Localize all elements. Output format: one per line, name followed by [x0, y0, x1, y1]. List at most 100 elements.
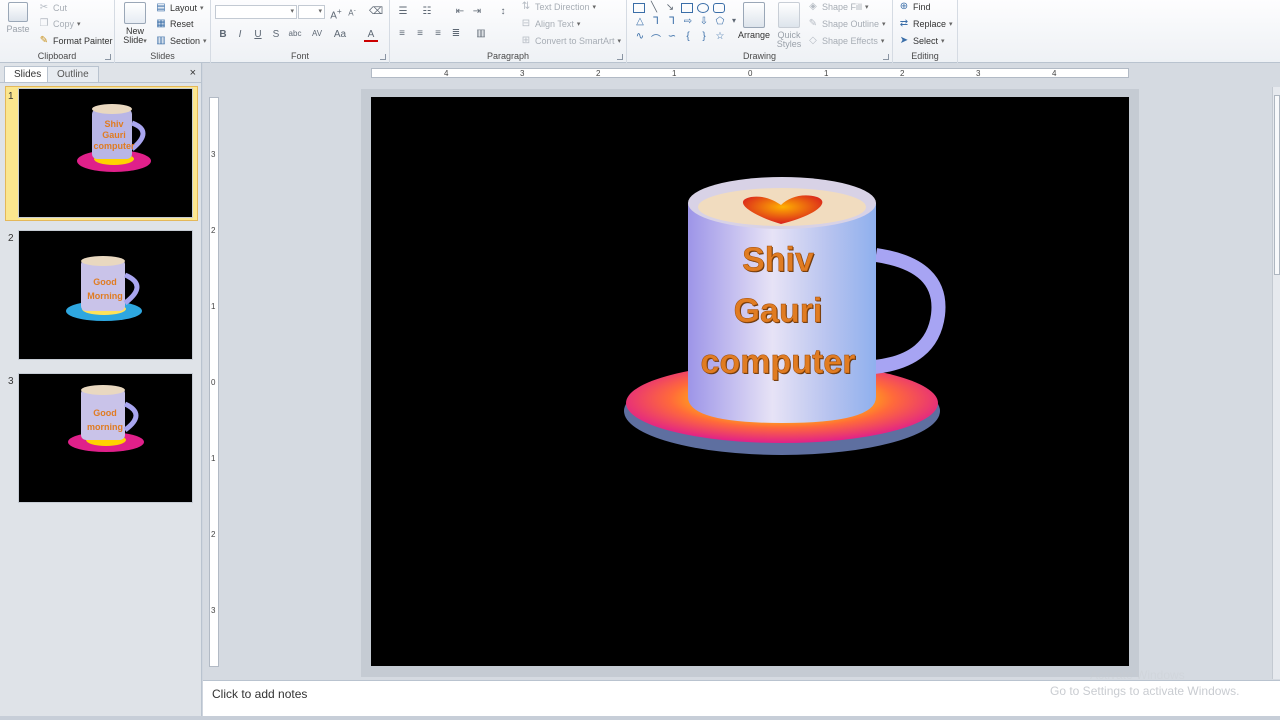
dialog-launcher-icon[interactable] [883, 54, 889, 60]
underline-button[interactable]: U [251, 29, 265, 40]
connector-shape-icon[interactable]: ⅂ [649, 16, 663, 27]
oval-shape-icon[interactable] [697, 3, 709, 13]
arrange-button[interactable]: Arrange [735, 2, 773, 40]
text-direction-button[interactable]: ⇅ Text Direction ▾ [520, 1, 596, 12]
scissors-icon: ✂ [39, 2, 49, 13]
triangle-shape-icon[interactable]: △ [633, 16, 647, 27]
strikethrough-button[interactable]: S [269, 29, 283, 40]
new-slide-button[interactable]: New Slide▾ [119, 2, 151, 46]
chevron-down-icon: ▾ [949, 20, 953, 28]
decrease-indent-icon[interactable]: ⇤ [453, 6, 467, 17]
character-spacing-button[interactable]: AV [308, 29, 326, 38]
copy-button[interactable]: ❐ Copy ▾ [38, 18, 81, 29]
section-button[interactable]: ▥ Section ▾ [155, 35, 206, 46]
slides-label: Slides [150, 51, 175, 61]
vertical-ruler[interactable]: 3 2 1 0 1 2 3 [209, 97, 219, 667]
numbering-icon[interactable]: ☷ [420, 6, 434, 17]
drawing-label: Drawing [742, 51, 776, 61]
italic-button[interactable]: I [233, 29, 247, 40]
line-spacing-icon[interactable]: ↕ [496, 6, 510, 17]
change-case-button[interactable]: Aa [331, 29, 349, 40]
slide-editor: 4 3 2 1 0 1 2 3 4 3 2 1 0 1 2 3 Shiv Gau… [203, 63, 1280, 680]
notes-pane[interactable]: Click to add notes Activate Windows Go t… [203, 668, 1280, 716]
grow-font-icon[interactable]: A+ [329, 6, 343, 21]
mug-caption[interactable]: Shiv Gauri computer [673, 235, 883, 388]
slides-panel: Slides Outline × 1 Shiv Gauri computer 2… [0, 63, 202, 720]
text-shadow-button[interactable]: abc [286, 29, 304, 38]
paste-icon [8, 2, 28, 22]
elbow-shape-icon[interactable]: ⅂ [665, 16, 679, 27]
shape-effects-button[interactable]: ◇ Shape Effects ▾ [807, 35, 884, 46]
cut-button[interactable]: ✂ Cut [38, 2, 67, 13]
textbox-shape-icon[interactable] [633, 3, 645, 13]
find-button[interactable]: ⊕ Find [898, 1, 931, 12]
brace-right-shape-icon[interactable]: } [697, 31, 711, 42]
drawing-group: ╲ ↘ △ ⅂ ⅂ ⇨ ⇩ ⬠ ∿ ⌒ ∽ { } ☆ ▾ Arrange Qu… [627, 0, 893, 63]
clear-format-icon[interactable]: ⌫ [369, 6, 383, 17]
down-arrow-shape-icon[interactable]: ⇩ [697, 16, 711, 27]
dialog-launcher-icon[interactable] [105, 54, 111, 60]
align-right-icon[interactable]: ≡ [431, 28, 445, 39]
slide-thumbnail-3[interactable]: Good morning [18, 373, 193, 503]
reset-button[interactable]: ▦ Reset [155, 18, 193, 29]
quick-styles-button[interactable]: Quick Styles [773, 2, 805, 49]
font-color-button[interactable]: A [364, 29, 378, 42]
new-slide-icon [124, 2, 146, 24]
format-painter-button[interactable]: ✎ Format Painter [38, 35, 113, 46]
ruler-label: 2 [211, 226, 216, 235]
slide-thumbnail-1[interactable]: Shiv Gauri computer [18, 88, 193, 218]
slide-number: 1 [8, 91, 14, 102]
justify-icon[interactable]: ≣ [449, 28, 463, 39]
slide-canvas[interactable]: Shiv Gauri computer [371, 97, 1129, 666]
chevron-down-icon: ▾ [865, 3, 869, 11]
thumbnail-text: Shiv Gauri computer [93, 119, 135, 151]
arc-shape-icon[interactable]: ⌒ [649, 31, 663, 46]
align-text-button[interactable]: ⊟ Align Text ▾ [520, 18, 581, 29]
slide-thumbnail-2[interactable]: Good Morning [18, 230, 193, 360]
shape-fill-button[interactable]: ◈ Shape Fill ▾ [807, 1, 869, 12]
section-icon: ▥ [156, 35, 166, 46]
tab-outline[interactable]: Outline [47, 66, 99, 82]
font-name-combo[interactable]: ▾ [215, 5, 297, 19]
pentagon-shape-icon[interactable]: ⬠ [713, 16, 727, 27]
line-shape-icon[interactable]: ╲ [647, 2, 661, 13]
wave-shape-icon[interactable]: ∽ [665, 31, 679, 42]
ruler-label: 1 [211, 454, 216, 463]
dialog-launcher-icon[interactable] [380, 54, 386, 60]
dialog-launcher-icon[interactable] [617, 54, 623, 60]
effects-icon: ◇ [809, 35, 817, 46]
bullets-icon[interactable]: ☰ [396, 6, 410, 17]
close-icon[interactable]: × [190, 67, 196, 79]
increase-indent-icon[interactable]: ⇥ [470, 6, 484, 17]
ruler-label: 3 [976, 69, 981, 78]
editing-group: ⊕ Find ⇄ Replace ▾ ➤ Select ▾ Editing [893, 0, 958, 63]
columns-icon[interactable]: ▥ [474, 28, 488, 39]
notes-placeholder[interactable]: Click to add notes [212, 687, 307, 701]
replace-button[interactable]: ⇄ Replace ▾ [898, 18, 953, 29]
vertical-scrollbar[interactable] [1272, 87, 1280, 679]
arrow-shape-icon[interactable]: ↘ [663, 2, 677, 13]
ruler-label: 3 [211, 606, 216, 615]
paste-button[interactable]: Paste [4, 2, 32, 34]
slide-number: 2 [8, 233, 14, 244]
rounded-rect-shape-icon[interactable] [713, 3, 725, 13]
ruler-label: 2 [900, 69, 905, 78]
shape-outline-button[interactable]: ✎ Shape Outline ▾ [807, 18, 886, 29]
tab-slides[interactable]: Slides [4, 66, 52, 82]
curve-shape-icon[interactable]: ∿ [633, 31, 647, 42]
convert-smartart-button[interactable]: ⊞ Convert to SmartArt ▾ [520, 35, 621, 46]
horizontal-ruler[interactable]: 4 3 2 1 0 1 2 3 4 [371, 68, 1129, 78]
align-left-icon[interactable]: ≡ [395, 28, 409, 39]
star-shape-icon[interactable]: ☆ [713, 31, 727, 42]
layout-button[interactable]: ▤ Layout ▾ [155, 2, 203, 13]
shrink-font-icon[interactable]: A- [345, 7, 359, 18]
right-arrow-shape-icon[interactable]: ⇨ [681, 16, 695, 27]
brace-left-shape-icon[interactable]: { [681, 31, 695, 42]
scrollbar-thumb[interactable] [1274, 95, 1280, 275]
shapes-gallery[interactable]: ╲ ↘ △ ⅂ ⅂ ⇨ ⇩ ⬠ ∿ ⌒ ∽ { } ☆ ▾ [631, 2, 736, 46]
select-button[interactable]: ➤ Select ▾ [898, 35, 945, 46]
align-center-icon[interactable]: ≡ [413, 28, 427, 39]
bold-button[interactable]: B [216, 29, 230, 40]
font-size-combo[interactable]: ▾ [298, 5, 325, 19]
rectangle-shape-icon[interactable] [681, 3, 693, 13]
